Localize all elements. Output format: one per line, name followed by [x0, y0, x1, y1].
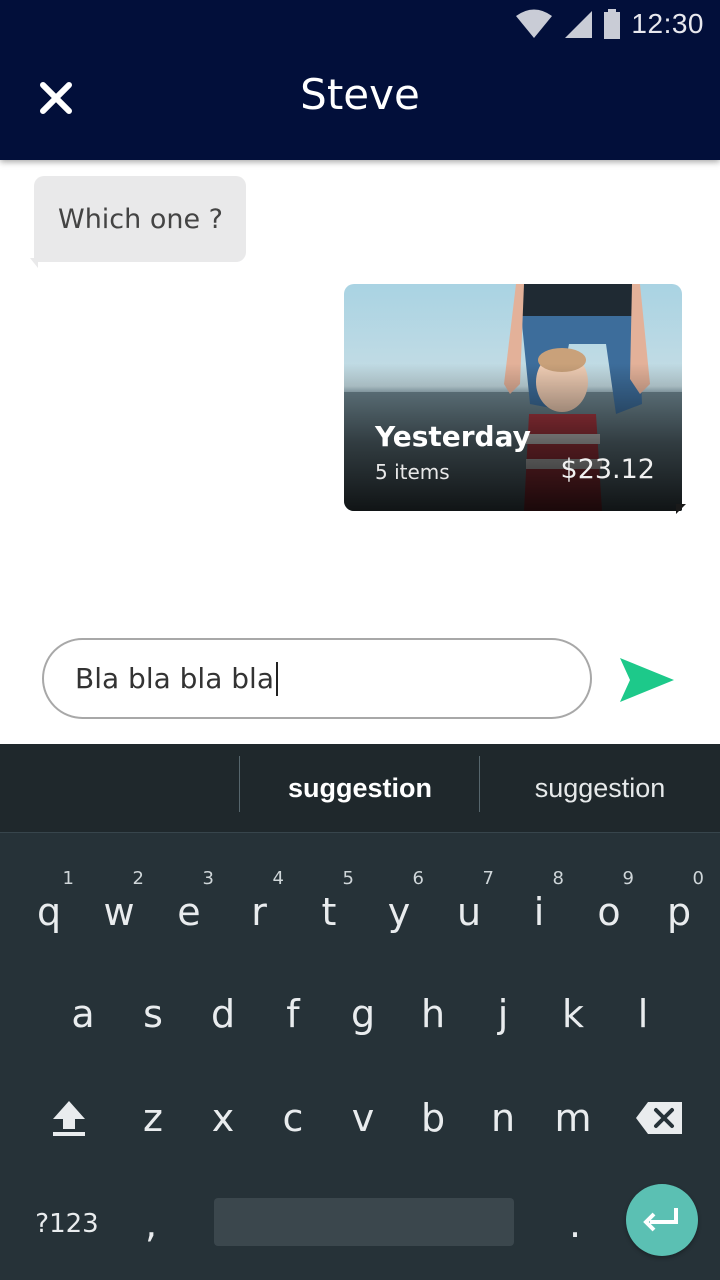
text-caret [275, 661, 278, 696]
shift-key[interactable] [34, 1068, 104, 1168]
purchase-card[interactable]: Yesterday 5 items $23.12 [344, 284, 682, 511]
key-label: q [36, 890, 62, 934]
wifi-icon [516, 9, 553, 38]
key-e[interactable]: 3e [154, 862, 224, 962]
signal-icon [565, 11, 593, 38]
key-hint: 2 [132, 868, 144, 889]
key-x[interactable]: x [188, 1068, 258, 1168]
key-label: u [456, 890, 482, 934]
period-key[interactable]: . [540, 1174, 610, 1274]
key-w[interactable]: 2w [84, 862, 154, 962]
key-label: e [177, 890, 201, 934]
backspace-icon [636, 1102, 682, 1134]
card-tail [676, 504, 686, 514]
card-title: Yesterday [375, 420, 531, 453]
key-v[interactable]: v [328, 1068, 398, 1168]
key-hint: 4 [272, 868, 284, 889]
key-label: p [666, 890, 692, 934]
app-bar: 12:30 Steve [0, 0, 720, 160]
suggestion-left[interactable] [0, 744, 240, 832]
key-hint: 7 [482, 868, 494, 889]
key-label: y [387, 890, 411, 934]
key-k[interactable]: k [538, 964, 608, 1064]
send-button[interactable] [618, 656, 676, 704]
key-h[interactable]: h [398, 964, 468, 1064]
key-hint: 8 [552, 868, 564, 889]
bubble-tail [30, 258, 38, 268]
key-hint: 5 [342, 868, 354, 889]
key-hint: 1 [62, 868, 74, 889]
key-label: o [597, 890, 621, 934]
key-label: i [533, 890, 545, 934]
key-m[interactable]: m [538, 1068, 608, 1168]
conversation-title: Steve [300, 70, 420, 119]
key-r[interactable]: 4r [224, 862, 294, 962]
card-price: $23.12 [560, 454, 655, 485]
key-d[interactable]: d [188, 964, 258, 1064]
enter-icon [643, 1208, 678, 1232]
incoming-message-text: Which one ? [58, 204, 224, 235]
key-y[interactable]: 6y [364, 862, 434, 962]
comma-key[interactable]: , [116, 1174, 186, 1274]
key-c[interactable]: c [258, 1068, 328, 1168]
key-t[interactable]: 5t [294, 862, 364, 962]
suggestion-right[interactable]: suggestion [480, 744, 720, 832]
card-item-count: 5 items [375, 460, 450, 484]
key-q[interactable]: 1q [14, 862, 84, 962]
space-key[interactable] [214, 1198, 514, 1246]
backspace-key[interactable] [624, 1068, 694, 1168]
key-n[interactable]: n [468, 1068, 538, 1168]
status-bar: 12:30 [515, 6, 704, 42]
suggestion-center[interactable]: suggestion [240, 744, 480, 832]
incoming-message-bubble: Which one ? [30, 176, 246, 268]
key-u[interactable]: 7u [434, 862, 504, 962]
key-s[interactable]: s [118, 964, 188, 1064]
key-i[interactable]: 8i [504, 862, 574, 962]
key-o[interactable]: 9o [574, 862, 644, 962]
key-label: w [103, 890, 135, 934]
status-time: 12:30 [631, 8, 704, 39]
key-g[interactable]: g [328, 964, 398, 1064]
message-input[interactable]: Bla bla bla bla [42, 638, 592, 719]
message-input-text: Bla bla bla bla [75, 662, 274, 695]
key-f[interactable]: f [258, 964, 328, 1064]
key-p[interactable]: 0p [644, 862, 714, 962]
battery-icon [604, 9, 621, 39]
soft-keyboard: suggestion suggestion ?123 , . 1q2w3e4r5… [0, 744, 720, 1280]
key-z[interactable]: z [118, 1068, 188, 1168]
suggestion-bar: suggestion suggestion [0, 744, 720, 833]
key-hint: 0 [692, 868, 704, 889]
key-hint: 6 [412, 868, 424, 889]
enter-key[interactable] [626, 1184, 698, 1256]
key-label: r [251, 890, 267, 934]
key-a[interactable]: a [48, 964, 118, 1064]
key-l[interactable]: l [608, 964, 678, 1064]
key-hint: 3 [202, 868, 214, 889]
key-j[interactable]: j [468, 964, 538, 1064]
key-label: t [321, 890, 337, 934]
shift-icon [53, 1101, 85, 1136]
send-icon [620, 658, 674, 702]
key-b[interactable]: b [398, 1068, 468, 1168]
symbols-key[interactable]: ?123 [30, 1174, 104, 1274]
key-hint: 9 [622, 868, 634, 889]
